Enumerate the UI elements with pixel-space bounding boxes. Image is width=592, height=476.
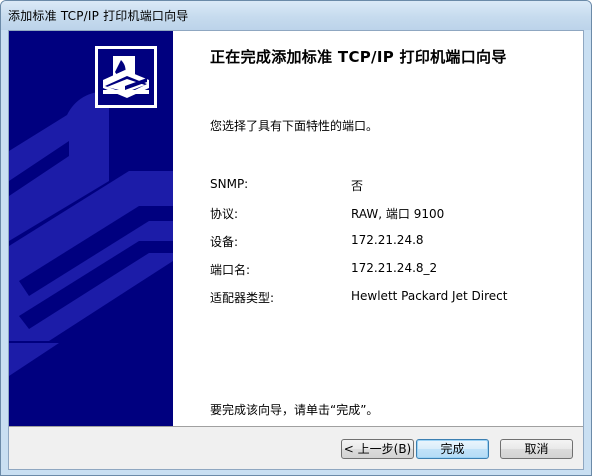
- device-value: 172.21.24.8: [351, 233, 424, 247]
- wizard-client-area: 正在完成添加标准 TCP/IP 打印机端口向导 您选择了具有下面特性的端口。 S…: [8, 30, 584, 470]
- protocol-value: RAW, 端口 9100: [351, 207, 445, 221]
- adapter-type-value: Hewlett Packard Jet Direct: [351, 289, 508, 303]
- page-title: 正在完成添加标准 TCP/IP 打印机端口向导: [210, 48, 507, 66]
- port-name-value: 172.21.24.8_2: [351, 261, 438, 275]
- snmp-value: 否: [351, 179, 364, 193]
- protocol-label: 协议:: [210, 207, 239, 221]
- finish-button[interactable]: 完成: [416, 439, 489, 459]
- wizard-content: 正在完成添加标准 TCP/IP 打印机端口向导 您选择了具有下面特性的端口。 S…: [173, 31, 583, 426]
- wizard-window: 添加标准 TCP/IP 打印机端口向导 正在完成添加标准 TCP/IP 打印机端…: [0, 0, 592, 476]
- device-label: 设备:: [210, 235, 239, 249]
- cancel-button[interactable]: 取消: [500, 439, 573, 459]
- port-name-label: 端口名:: [210, 263, 251, 277]
- button-bar: < 上一步(B) 完成 取消: [9, 426, 583, 469]
- wizard-sidebar-banner: [9, 31, 173, 426]
- printer-port-icon: [95, 46, 157, 108]
- back-button[interactable]: < 上一步(B): [341, 439, 414, 459]
- adapter-type-label: 适配器类型:: [210, 291, 275, 305]
- title-bar[interactable]: 添加标准 TCP/IP 打印机端口向导: [1, 1, 591, 30]
- snmp-label: SNMP:: [210, 177, 249, 191]
- intro-text: 您选择了具有下面特性的端口。: [210, 119, 379, 133]
- window-title: 添加标准 TCP/IP 打印机端口向导: [8, 9, 189, 23]
- finish-instruction: 要完成该向导，请单击“完成”。: [210, 403, 379, 417]
